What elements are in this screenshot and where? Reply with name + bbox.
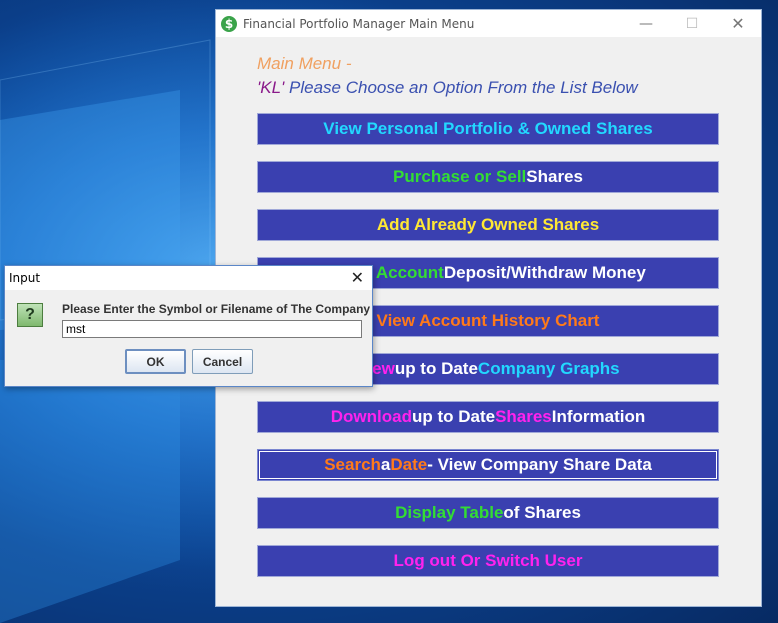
menu-button-label-part: Search	[324, 455, 381, 474]
logout-button[interactable]: Log out Or Switch User	[257, 545, 719, 577]
close-icon[interactable]: ✕	[715, 10, 761, 37]
menu-button-label-part: Log out Or Switch User	[393, 551, 583, 570]
question-icon: ?	[17, 303, 43, 327]
menu-button-label-part: Shares	[495, 407, 552, 426]
menu-button-label-part: Display Table	[395, 503, 504, 522]
dialog-title: Input	[9, 271, 41, 285]
display-table-button[interactable]: Display Table of Shares	[257, 497, 719, 529]
maximize-icon[interactable]: ☐	[669, 10, 715, 37]
minimize-icon[interactable]: —	[623, 10, 669, 37]
dollar-app-icon: $	[221, 15, 237, 32]
menu-button-label-part: View Personal Portfolio & Owned Shares	[323, 119, 653, 138]
menu-button-label-part: - View Company Share Data	[427, 455, 652, 474]
menu-button-label-part: Shares	[526, 167, 583, 186]
menu-button-label-part: up to Date	[411, 407, 496, 426]
user-initials: 'KL'	[257, 78, 285, 97]
dialog-titlebar[interactable]: Input ✕	[5, 266, 372, 290]
search-date-button[interactable]: Search a Date - View Company Share Data	[257, 449, 719, 481]
main-titlebar[interactable]: $ Financial Portfolio Manager Main Menu …	[216, 10, 761, 37]
view-portfolio-button[interactable]: View Personal Portfolio & Owned Shares	[257, 113, 719, 145]
menu-button-label-part: a	[380, 455, 391, 474]
cancel-button[interactable]: Cancel	[192, 349, 253, 374]
menu-button-label-part: Purchase or Sell	[393, 167, 527, 186]
menu-button-label-part: up to Date	[394, 359, 478, 378]
menu-button-label-part: Download	[330, 407, 412, 426]
dialog-message: Please Enter the Symbol or Filename of T…	[62, 302, 371, 316]
ok-button[interactable]: OK	[125, 349, 186, 374]
symbol-input[interactable]	[62, 320, 362, 338]
download-shares-button[interactable]: Download up to Date Shares Information	[257, 401, 719, 433]
menu-button-label-part: Company Graphs	[477, 359, 620, 378]
window-title: Financial Portfolio Manager Main Menu	[243, 16, 475, 31]
menu-button-label-part: of Shares	[503, 503, 581, 522]
menu-button-label-part: Date	[390, 455, 428, 474]
menu-button-label-part: View Account History Chart	[376, 311, 600, 330]
menu-heading: Main Menu -	[257, 54, 352, 73]
dialog-close-icon[interactable]: ✕	[351, 268, 364, 287]
prompt-text: Please Choose an Option From the List Be…	[284, 78, 638, 97]
purchase-sell-button[interactable]: Purchase or Sell Shares	[257, 161, 719, 193]
menu-prompt: 'KL' Please Choose an Option From the Li…	[257, 78, 638, 98]
add-owned-shares-button[interactable]: Add Already Owned Shares	[257, 209, 719, 241]
menu-button-label-part: Add Already Owned Shares	[376, 215, 600, 234]
menu-button-label-part: Information	[551, 407, 646, 426]
menu-button-label-part: Deposit/Withdraw Money	[443, 263, 646, 282]
input-dialog: Input ✕ ? Please Enter the Symbol or Fil…	[4, 265, 373, 387]
